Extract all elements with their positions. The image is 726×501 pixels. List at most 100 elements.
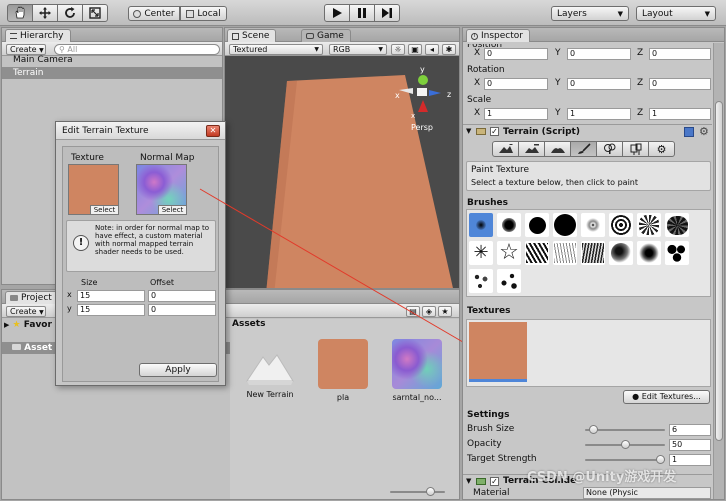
- brush-round-medium[interactable]: [525, 213, 549, 237]
- brush-round-large[interactable]: [553, 213, 577, 237]
- brush-star-thin[interactable]: ✳: [469, 241, 493, 265]
- position-y-field[interactable]: 0: [567, 48, 631, 60]
- position-z-label: Z: [637, 48, 644, 58]
- smooth-height-icon: [550, 148, 565, 153]
- paint-details-tool-button[interactable]: [622, 141, 649, 157]
- brush-size-field[interactable]: 6: [669, 424, 711, 436]
- gear-icon: ⚙: [656, 142, 667, 156]
- brush-shape: [554, 243, 576, 263]
- position-z-field[interactable]: 0: [649, 48, 711, 60]
- tab-inspector[interactable]: i Inspector: [466, 29, 530, 42]
- flower-icon: [630, 143, 641, 155]
- terrain-component-title: Terrain (Script): [503, 127, 580, 137]
- brush-grunge-3[interactable]: [581, 241, 605, 265]
- terrain-tools-bar: ⚙: [492, 141, 678, 158]
- paint-height-tool-button[interactable]: [518, 141, 545, 157]
- brush-shape: [554, 214, 576, 236]
- position-y-label: Y: [555, 48, 561, 58]
- brush-shape: [666, 215, 688, 235]
- brush-blobs[interactable]: [665, 241, 689, 265]
- opacity-knob[interactable]: [621, 440, 630, 449]
- inspector-panel: i Inspector Position X 0 Y 0 Z 0 Rotatio…: [462, 27, 725, 500]
- brush-shape: ☆: [499, 240, 519, 265]
- smooth-height-tool-button[interactable]: [544, 141, 571, 157]
- textures-label: Textures: [467, 306, 511, 316]
- raise-lower-tool-button[interactable]: [492, 141, 519, 157]
- brush-shape: [528, 216, 546, 234]
- brush-size-slider[interactable]: [585, 424, 665, 436]
- scale-y-label: Y: [555, 108, 561, 118]
- brush-scatter-1[interactable]: [469, 269, 493, 293]
- brush-round-small[interactable]: [497, 213, 521, 237]
- scale-x-field[interactable]: 1: [484, 108, 548, 120]
- component-enabled-checkbox[interactable]: ✓: [490, 127, 499, 136]
- brush-grunge-1[interactable]: [525, 241, 549, 265]
- brush-shape: [476, 220, 486, 230]
- collider-component-icon: [476, 478, 486, 485]
- brush-shape: [502, 218, 516, 232]
- help-icon[interactable]: [684, 127, 694, 137]
- foldout-triangle-icon: ▼: [466, 477, 472, 485]
- brush-scatter-2[interactable]: [497, 269, 521, 293]
- scale-z-field[interactable]: 1: [649, 108, 711, 120]
- opacity-label: Opacity: [467, 439, 502, 449]
- brush-shape: [526, 243, 548, 263]
- place-trees-tool-button[interactable]: [596, 141, 623, 157]
- scale-z-label: Z: [637, 108, 644, 118]
- brush-splatter-3[interactable]: [637, 213, 661, 237]
- texture-tile-pla[interactable]: [469, 322, 527, 382]
- paint-height-icon: [524, 144, 539, 153]
- opacity-slider[interactable]: [585, 439, 665, 451]
- rotation-x-field[interactable]: 0: [484, 78, 548, 90]
- rotation-x-label: X: [474, 78, 481, 88]
- terrain-settings-tool-button[interactable]: ⚙: [648, 141, 675, 157]
- position-x-field[interactable]: 0: [484, 48, 548, 60]
- material-field[interactable]: None (Physic: [583, 487, 711, 499]
- textures-grid: [466, 319, 711, 387]
- gear-icon[interactable]: ⚙: [699, 125, 709, 138]
- info-tab-icon: i: [471, 32, 478, 40]
- scale-label: Scale: [467, 95, 492, 105]
- brush-star[interactable]: ☆: [497, 241, 521, 265]
- scale-x-label: X: [474, 108, 481, 118]
- brush-grunge-2[interactable]: [553, 241, 577, 265]
- rotation-y-field[interactable]: 0: [567, 78, 631, 90]
- target-strength-knob[interactable]: [656, 455, 665, 464]
- brush-cloud-2[interactable]: [637, 241, 661, 265]
- inspector-scrollbar[interactable]: [713, 43, 724, 499]
- scale-y-field[interactable]: 1: [567, 108, 631, 120]
- tree-icon: [603, 143, 615, 154]
- brushes-label: Brushes: [467, 198, 508, 208]
- brush-splatter-4[interactable]: [665, 213, 689, 237]
- paint-texture-hint: Select a texture below, then click to pa…: [471, 178, 638, 187]
- settings-label: Settings: [467, 410, 510, 420]
- brush-soft-round-selected[interactable]: [469, 213, 493, 237]
- target-strength-field[interactable]: 1: [669, 454, 711, 466]
- inspector-scroll-thumb[interactable]: [715, 101, 723, 441]
- collider-enabled-checkbox[interactable]: ✓: [490, 477, 499, 486]
- edit-textures-button[interactable]: ● Edit Textures...: [623, 390, 710, 404]
- brush-size-knob[interactable]: [589, 425, 598, 434]
- rotation-z-label: Z: [637, 78, 644, 88]
- opacity-field[interactable]: 50: [669, 439, 711, 451]
- rotation-z-field[interactable]: 0: [649, 78, 711, 90]
- paint-texture-title: Paint Texture: [471, 165, 530, 175]
- brush-splatter-1[interactable]: [581, 213, 605, 237]
- terrain-component-icon: [476, 128, 486, 135]
- brush-shape: [639, 243, 659, 263]
- brush-cloud-1[interactable]: [609, 241, 633, 265]
- paint-texture-tool-button[interactable]: [570, 141, 597, 157]
- brush-splatter-2[interactable]: [609, 213, 633, 237]
- brush-shape: [471, 271, 491, 291]
- brushes-grid: ✳ ☆: [466, 209, 711, 297]
- target-strength-slider[interactable]: [585, 454, 665, 466]
- foldout-triangle-icon: ▼: [466, 127, 472, 135]
- rotation-y-label: Y: [555, 78, 561, 88]
- terrain-script-header[interactable]: ▼ ✓ Terrain (Script) ⚙: [463, 124, 712, 138]
- brush-shape: [499, 271, 519, 291]
- brush-shape: [584, 216, 602, 234]
- brush-shape: [667, 244, 687, 262]
- rotation-label: Rotation: [467, 65, 505, 75]
- paint-texture-info: Paint Texture Select a texture below, th…: [466, 161, 711, 191]
- paintbrush-icon: [577, 143, 591, 154]
